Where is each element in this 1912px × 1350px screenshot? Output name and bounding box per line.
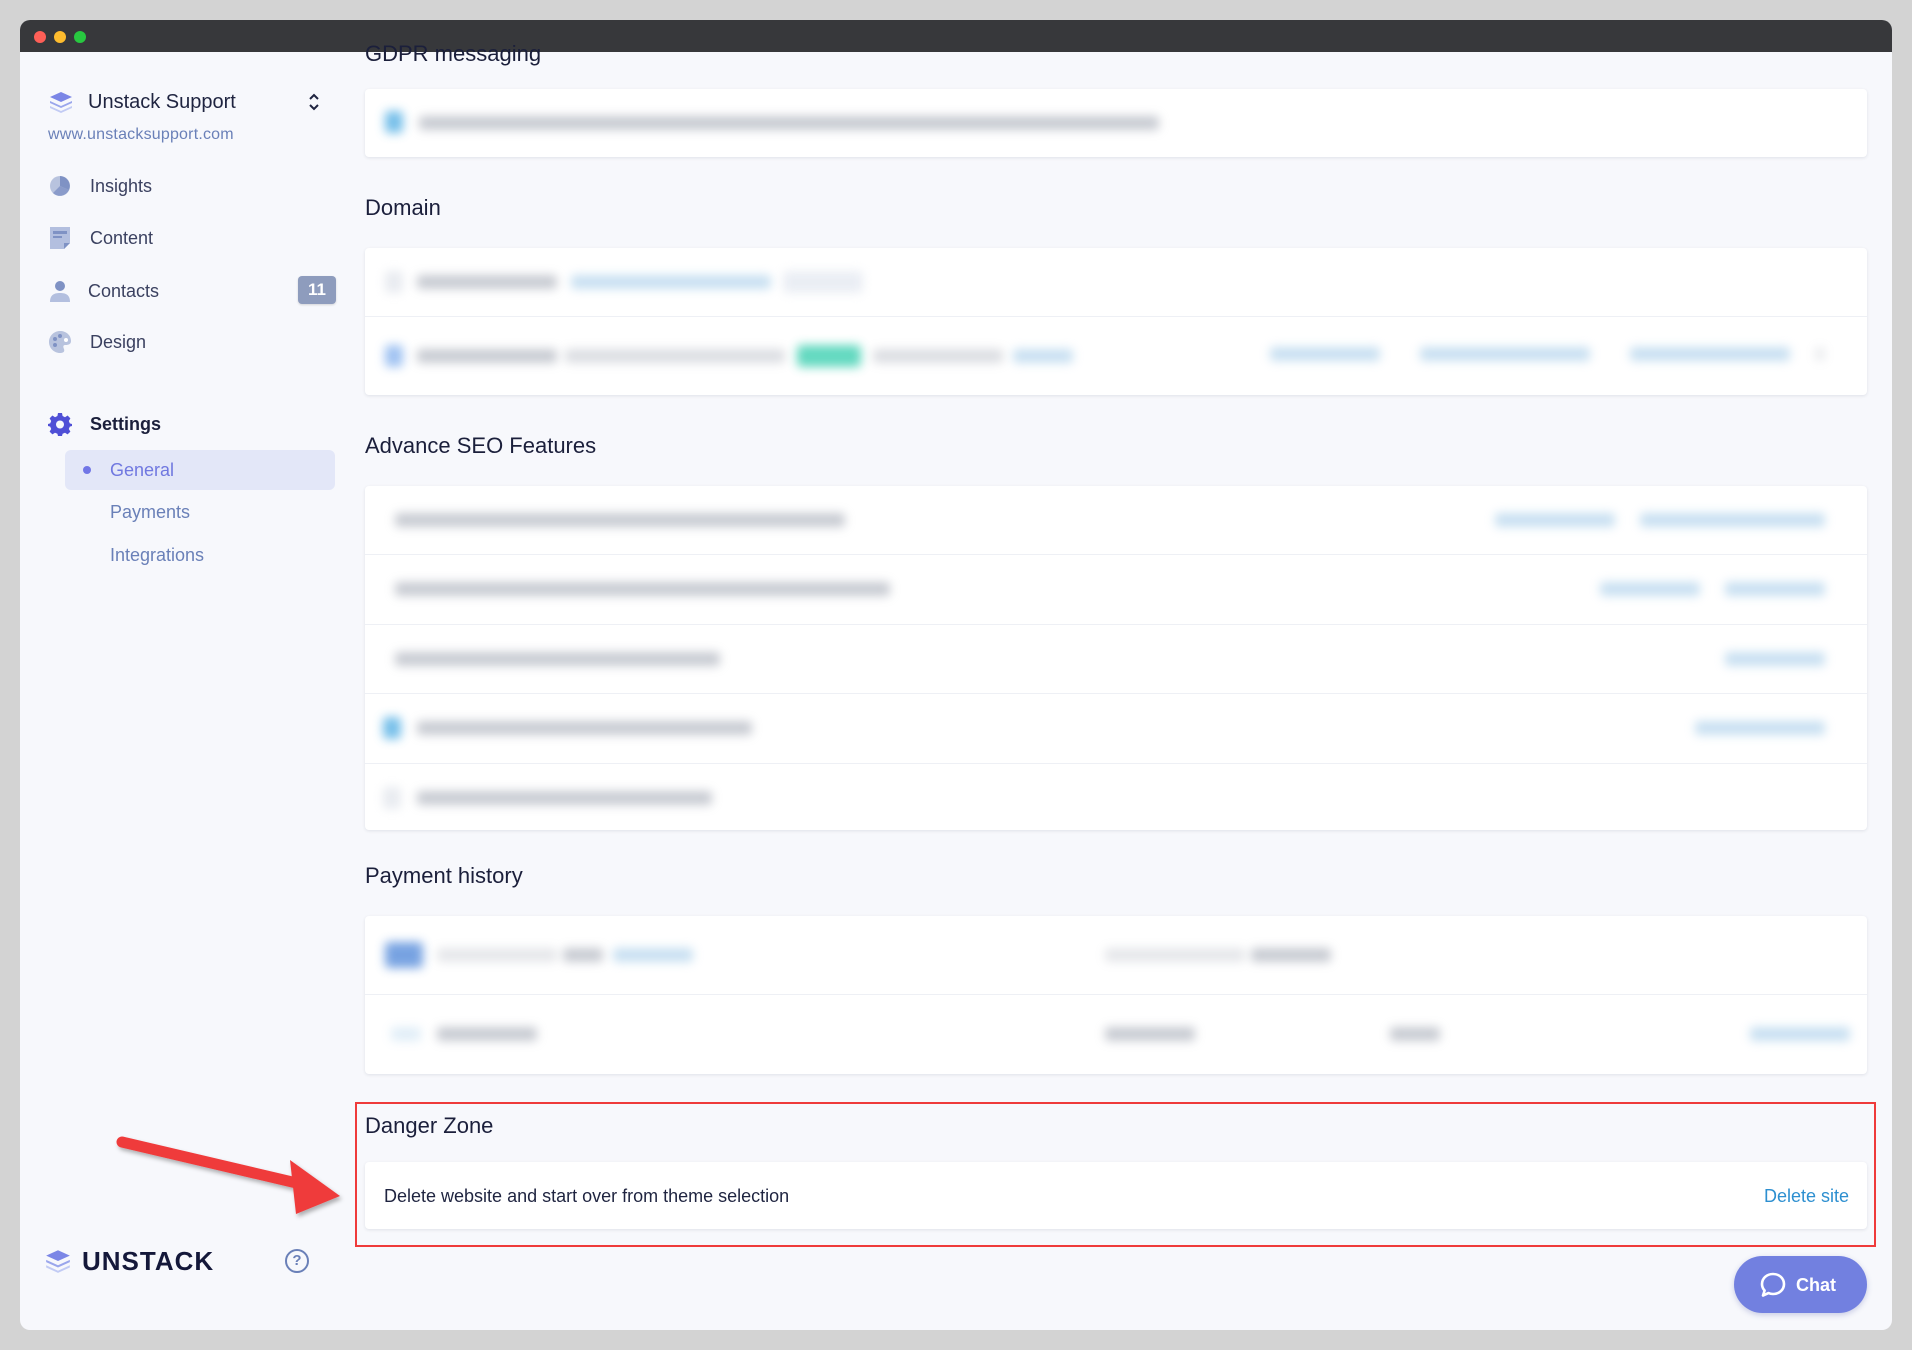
blurred-link[interactable] [613,948,693,962]
pie-chart-icon [50,176,70,196]
sidebar-item-contacts[interactable]: Contacts 11 [48,273,338,309]
minimize-window-button[interactable] [54,31,66,43]
blurred-text [419,116,1159,130]
blurred-link[interactable] [1725,652,1825,666]
unstack-brand: UNSTACK [44,1246,224,1276]
sidebar-item-design[interactable]: Design [48,324,338,360]
blurred-link[interactable] [1270,347,1380,361]
sidebar-item-label: Content [90,228,154,248]
blurred-text [1105,948,1245,962]
site-name: Unstack Support [88,91,236,113]
blurred-text [417,349,557,363]
active-bullet-icon [83,466,91,474]
domain-row-custom [365,317,1867,395]
payment-row [365,995,1867,1074]
blurred-text [391,1027,421,1041]
blurred-link[interactable] [1695,721,1825,735]
sidebar-item-label: Settings [90,414,162,434]
title-bar [20,20,1892,52]
blurred-link[interactable] [571,275,771,289]
blurred-text [395,582,890,596]
document-icon [50,227,70,249]
sidebar-item-settings[interactable]: Settings [48,406,338,442]
blurred-text [1105,1027,1195,1041]
blurred-link[interactable] [1600,582,1700,596]
domain-row-default [365,248,1867,317]
section-title-gdpr: GDPR messaging [365,41,542,66]
contacts-count-badge: 11 [298,276,336,304]
section-title-seo: Advance SEO Features [365,433,597,458]
seo-checkbox[interactable] [383,717,401,739]
blurred-text [437,1027,537,1041]
maximize-window-button[interactable] [74,31,86,43]
seo-row [365,555,1867,625]
blurred-text [417,721,752,735]
blurred-status-pill [797,345,861,367]
blurred-text [563,948,603,962]
domain-radio[interactable] [385,271,403,293]
brand-name: UNSTACK [82,1246,215,1276]
blurred-text [417,791,712,805]
sidebar-subitem-label: Payments [110,502,191,522]
section-title-payment-history: Payment history [365,863,523,888]
sidebar: Unstack Support www.unstacksupport.com I… [20,52,350,1330]
blurred-menu[interactable] [1815,347,1825,361]
blurred-text [1390,1027,1440,1041]
sidebar-item-content[interactable]: Content [48,220,338,256]
blurred-text [437,948,557,962]
payment-history-card [365,916,1867,1074]
palette-icon [49,331,71,353]
payment-method-row [365,916,1867,995]
blurred-tag [783,271,863,293]
blurred-text [395,652,720,666]
seo-row [365,764,1867,830]
sidebar-subitem-label: Integrations [110,545,205,565]
seo-row [365,694,1867,764]
sidebar-item-label: Contacts [88,281,160,301]
blurred-link[interactable] [1640,513,1825,527]
unstack-logo-icon [46,1250,70,1273]
blurred-text [395,513,845,527]
danger-zone-highlight-box [355,1102,1876,1247]
seo-row [365,486,1867,555]
seo-row [365,625,1867,694]
blurred-link[interactable] [1495,513,1615,527]
blurred-link[interactable] [1420,347,1590,361]
sidebar-subitem-integrations[interactable]: Integrations [65,535,335,575]
section-title-domain: Domain [365,195,441,220]
site-url[interactable]: www.unstacksupport.com [48,126,234,144]
blurred-link[interactable] [1725,582,1825,596]
gdpr-checkbox[interactable] [385,111,403,133]
sidebar-item-label: Insights [90,176,153,196]
blurred-link[interactable] [1750,1027,1850,1041]
sidebar-subitem-general[interactable]: General [65,450,335,490]
sidebar-item-insights[interactable]: Insights [48,168,338,204]
chevron-up-down-icon[interactable] [306,90,322,114]
credit-card-icon [385,942,423,968]
seo-checkbox[interactable] [383,787,401,809]
unstack-logo-icon [50,92,72,113]
user-icon [50,281,70,302]
help-icon[interactable]: ? [285,1249,309,1273]
blurred-text [565,349,785,363]
blurred-text [1251,948,1331,962]
sidebar-subitem-payments[interactable]: Payments [65,492,335,532]
close-window-button[interactable] [34,31,46,43]
chat-bubble-icon [1760,1272,1786,1297]
chat-button-label: Chat [1796,1275,1836,1295]
sidebar-subitem-label: General [110,460,175,480]
gdpr-card [365,89,1867,157]
blurred-text [417,275,557,289]
gear-icon [48,413,72,436]
domain-card [365,248,1867,395]
blurred-text [873,349,1003,363]
domain-radio[interactable] [385,345,403,367]
chat-button[interactable]: Chat [1734,1256,1867,1313]
blurred-link[interactable] [1013,349,1073,363]
blurred-link[interactable] [1630,347,1790,361]
seo-card [365,486,1867,830]
sidebar-item-label: Design [90,332,147,352]
